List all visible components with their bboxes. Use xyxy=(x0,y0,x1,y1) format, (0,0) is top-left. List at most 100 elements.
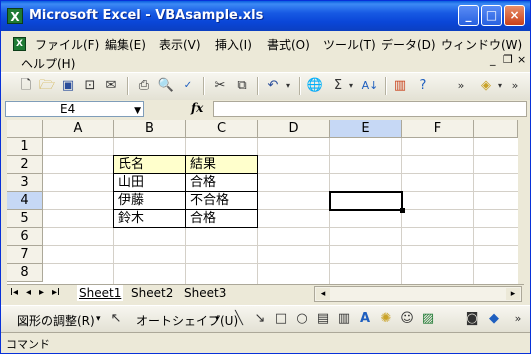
shadow-icon[interactable]: ◙ xyxy=(463,310,481,328)
toolbar-options-icon[interactable]: » xyxy=(509,310,527,328)
spelling-icon[interactable]: ✓ xyxy=(179,76,197,96)
row-header-5[interactable]: 5 xyxy=(7,210,43,228)
draw-dropdown-icon[interactable]: ▾ xyxy=(96,314,101,324)
cell-b4[interactable]: 伊藤 xyxy=(114,192,185,210)
row-header-7[interactable]: 7 xyxy=(7,246,43,264)
menu-insert[interactable]: 挿入(I) xyxy=(215,36,252,53)
column-header-c[interactable]: C xyxy=(186,120,258,138)
textbox-icon[interactable]: ▤ xyxy=(314,310,332,328)
draw-menu-button[interactable]: 図形の調整(R) xyxy=(17,312,95,329)
chevron-down-icon[interactable]: ▼ xyxy=(134,104,141,118)
menu-tools[interactable]: ツール(T) xyxy=(323,36,376,53)
menu-help[interactable]: ヘルプ(H) xyxy=(21,55,75,72)
scroll-left-icon[interactable]: ◂ xyxy=(316,288,330,300)
menu-edit[interactable]: 編集(E) xyxy=(105,36,146,53)
undo-icon[interactable]: ↶ xyxy=(264,76,282,96)
chart-wizard-icon[interactable]: ▥ xyxy=(391,76,409,96)
doc-restore-button[interactable]: ❐ xyxy=(503,53,513,66)
row-header-6[interactable]: 6 xyxy=(7,228,43,246)
cut-icon[interactable]: ✂ xyxy=(211,76,229,96)
select-objects-icon[interactable]: ↖ xyxy=(107,310,125,328)
toolbar-options-icon[interactable]: » xyxy=(510,76,520,96)
open-icon[interactable]: 🗁 xyxy=(38,76,56,96)
sort-ascending-icon[interactable]: A↓ xyxy=(361,76,379,96)
cell-b5[interactable]: 鈴木 xyxy=(114,210,185,228)
autoshapes-menu-button[interactable]: オートシェイプ(U) xyxy=(136,312,238,329)
print-icon[interactable]: ⎙ xyxy=(135,76,153,96)
insert-function-icon[interactable]: fx xyxy=(191,101,203,115)
copy-icon[interactable]: ⧉ xyxy=(233,76,251,96)
close-button[interactable]: × xyxy=(504,5,525,26)
fill-handle[interactable] xyxy=(400,208,405,213)
column-header-b[interactable]: B xyxy=(114,120,186,138)
row-header-1[interactable]: 1 xyxy=(7,138,43,156)
print-preview-icon[interactable]: 🔍 xyxy=(157,76,175,96)
row-header-2[interactable]: 2 xyxy=(7,156,43,174)
3d-icon[interactable]: ◆ xyxy=(485,310,503,328)
prev-sheet-icon[interactable]: ◂ xyxy=(26,287,31,298)
cell-b2[interactable]: 氏名 xyxy=(114,156,185,174)
oval-icon[interactable]: ○ xyxy=(293,310,311,328)
title-bar[interactable]: X Microsoft Excel - VBAsample.xls _ □ × xyxy=(1,1,530,31)
picture-icon[interactable]: ▨ xyxy=(419,310,437,328)
help-icon[interactable]: ? xyxy=(414,76,432,96)
select-all-corner[interactable] xyxy=(7,120,43,138)
minimize-button[interactable]: _ xyxy=(458,5,479,26)
row-header-8[interactable]: 8 xyxy=(7,264,43,282)
first-sheet-icon[interactable]: I◂ xyxy=(10,287,18,298)
tab-sheet3[interactable]: Sheet3 xyxy=(182,285,228,301)
doc-close-button[interactable]: × xyxy=(517,53,526,66)
document-icon[interactable]: X xyxy=(13,37,26,51)
column-header-f[interactable]: F xyxy=(402,120,474,138)
toolbar-options-icon[interactable]: » xyxy=(456,76,466,96)
column-header-g[interactable] xyxy=(474,120,518,138)
new-icon[interactable]: 🗋 xyxy=(17,76,35,96)
cell-b3[interactable]: 山田 xyxy=(114,174,185,192)
cell-c5[interactable]: 合格 xyxy=(186,210,257,228)
rectangle-icon[interactable]: □ xyxy=(272,310,290,328)
formula-input[interactable] xyxy=(213,101,527,117)
active-cell-e4[interactable] xyxy=(329,191,403,211)
autoshapes-dropdown-icon[interactable]: ▾ xyxy=(215,314,220,324)
menu-data[interactable]: データ(D) xyxy=(381,36,436,53)
cell-c2[interactable]: 結果 xyxy=(186,156,257,174)
menu-view[interactable]: 表示(V) xyxy=(159,36,201,53)
vertical-scrollbar[interactable] xyxy=(518,120,524,284)
name-box[interactable]: E4 ▼ xyxy=(5,101,144,117)
permission-icon[interactable]: ⊡ xyxy=(81,76,99,96)
diagram-icon[interactable]: ✺ xyxy=(377,310,395,328)
maximize-button[interactable]: □ xyxy=(481,5,502,26)
autosum-icon[interactable]: Σ xyxy=(329,76,347,96)
column-header-e[interactable]: E xyxy=(330,120,402,138)
column-header-d[interactable]: D xyxy=(258,120,330,138)
vertical-textbox-icon[interactable]: ▥ xyxy=(335,310,353,328)
row-header-3[interactable]: 3 xyxy=(7,174,43,192)
scroll-right-icon[interactable]: ▸ xyxy=(506,288,520,300)
row-header-4[interactable]: 4 xyxy=(7,192,43,210)
menu-file[interactable]: ファイル(F) xyxy=(35,36,99,53)
excel-app-icon[interactable]: X xyxy=(7,8,23,24)
doc-minimize-button[interactable]: _ xyxy=(490,53,496,66)
column-header-a[interactable]: A xyxy=(43,120,114,138)
tab-sheet2[interactable]: Sheet2 xyxy=(129,285,175,301)
horizontal-scrollbar[interactable]: ◂ ▸ xyxy=(314,286,522,302)
tab-sheet1[interactable]: Sheet1 xyxy=(77,285,124,301)
email-icon[interactable]: ✉ xyxy=(102,76,120,96)
last-sheet-icon[interactable]: ▸I xyxy=(52,287,60,298)
fill-color-icon[interactable]: ◈ xyxy=(477,76,495,96)
next-sheet-icon[interactable]: ▸ xyxy=(39,287,44,298)
save-icon[interactable]: ▣ xyxy=(59,76,77,96)
undo-dropdown-icon[interactable]: ▾ xyxy=(283,76,293,96)
menu-window[interactable]: ウィンドウ(W) xyxy=(441,36,522,53)
wordart-icon[interactable]: A xyxy=(356,310,374,328)
arrow-icon[interactable]: ↘ xyxy=(251,310,269,328)
cell-c4[interactable]: 不合格 xyxy=(186,192,257,210)
menu-format[interactable]: 書式(O) xyxy=(267,36,310,53)
autosum-dropdown-icon[interactable]: ▾ xyxy=(346,76,356,96)
line-icon[interactable]: ╲ xyxy=(230,310,248,328)
worksheet-grid[interactable]: A B C D E F 1 2 3 4 5 6 7 8 氏名 結果 山田 合格 … xyxy=(7,120,524,284)
cell-c3[interactable]: 合格 xyxy=(186,174,257,192)
clipart-icon[interactable]: ☺ xyxy=(398,310,416,328)
hyperlink-icon[interactable]: 🌐 xyxy=(306,76,324,96)
fill-color-dropdown-icon[interactable]: ▾ xyxy=(495,76,505,96)
